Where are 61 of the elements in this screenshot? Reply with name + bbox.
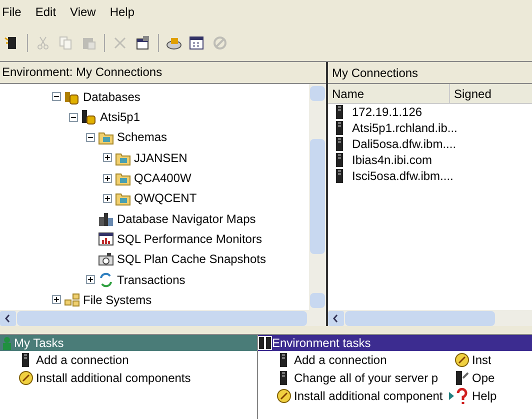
task-link[interactable]: Install additional components bbox=[36, 369, 191, 387]
collapse-icon[interactable] bbox=[52, 92, 61, 102]
column-header[interactable]: Name bbox=[328, 84, 450, 103]
tree-item[interactable]: File Systems bbox=[83, 290, 152, 309]
column-header[interactable]: Signed bbox=[450, 84, 532, 103]
expand-icon[interactable] bbox=[103, 174, 112, 183]
tree-item[interactable]: SQL Plan Cache Snapshots bbox=[117, 250, 266, 268]
tree-item[interactable]: Schemas bbox=[117, 128, 168, 146]
tree-item[interactable]: Atsi5p1 bbox=[100, 108, 140, 126]
folders-icon bbox=[64, 292, 80, 308]
collapse-icon[interactable] bbox=[86, 132, 95, 142]
tree-item[interactable]: Databases bbox=[83, 88, 140, 106]
scroll-left-icon[interactable] bbox=[0, 310, 16, 326]
task-link[interactable]: Add a connection bbox=[294, 351, 387, 369]
tree-item[interactable]: QCA400W bbox=[134, 169, 192, 188]
panel-title: Environment tasks bbox=[272, 335, 371, 352]
gauge-icon bbox=[18, 370, 34, 386]
tree-item[interactable]: SQL Performance Monitors bbox=[117, 230, 262, 248]
person-icon bbox=[0, 336, 14, 350]
collapse-icon[interactable] bbox=[69, 112, 78, 122]
server-cylinder-icon bbox=[81, 109, 97, 126]
expand-icon[interactable] bbox=[52, 295, 61, 304]
expand-icon[interactable] bbox=[86, 275, 95, 284]
connection-name[interactable]: Ibias4n.ibi.com bbox=[352, 151, 432, 169]
task-link[interactable]: Change all of your server p bbox=[294, 369, 438, 387]
panel-title: My Tasks bbox=[14, 335, 64, 352]
scroll-left-icon[interactable] bbox=[328, 310, 344, 326]
horizontal-scrollbar[interactable] bbox=[0, 310, 326, 326]
gauge-icon bbox=[276, 388, 292, 404]
task-link[interactable]: Add a connection bbox=[36, 351, 129, 369]
properties-icon[interactable] bbox=[135, 34, 151, 50]
connection-name[interactable]: Dali5osa.dfw.ibm.... bbox=[352, 135, 456, 153]
buildings-icon bbox=[98, 210, 114, 227]
menu-item[interactable]: View bbox=[70, 3, 96, 21]
tree-item[interactable]: QWQCENT bbox=[134, 189, 197, 208]
task-link[interactable]: Help bbox=[472, 387, 497, 405]
connection-name[interactable]: 172.19.1.126 bbox=[352, 103, 422, 121]
expand-icon[interactable] bbox=[103, 194, 112, 203]
task-link[interactable]: Ope bbox=[472, 369, 495, 387]
menu-item[interactable]: Help bbox=[110, 3, 135, 21]
gauge-icon bbox=[454, 352, 470, 368]
tree-item[interactable]: JJANSEN bbox=[134, 148, 188, 167]
scroll-thumb[interactable] bbox=[17, 310, 307, 326]
arrows-cycle-icon bbox=[98, 272, 114, 288]
scroll-thumb[interactable] bbox=[345, 310, 495, 326]
camera-icon bbox=[98, 251, 114, 268]
help-icon bbox=[454, 388, 470, 404]
menu-item[interactable]: File bbox=[2, 3, 22, 21]
vertical-scrollbar[interactable] bbox=[309, 84, 326, 310]
connection-name[interactable]: Isci5osa.dfw.ibm.... bbox=[352, 167, 454, 185]
tree-item[interactable]: Database Navigator Maps bbox=[117, 210, 256, 228]
server-wrench-icon bbox=[454, 370, 470, 386]
task-link[interactable]: Inst bbox=[472, 351, 492, 369]
task-link[interactable]: Install additional component bbox=[294, 387, 443, 405]
menu-item[interactable]: Edit bbox=[35, 3, 56, 21]
calendar-icon[interactable] bbox=[189, 34, 205, 50]
expand-icon[interactable] bbox=[103, 153, 112, 162]
tree-item[interactable]: Transactions bbox=[117, 270, 186, 289]
horizontal-scrollbar[interactable] bbox=[328, 310, 532, 326]
chart-window-icon bbox=[98, 230, 114, 247]
connection-name[interactable]: Atsi5p1.rchland.ib... bbox=[352, 119, 458, 137]
